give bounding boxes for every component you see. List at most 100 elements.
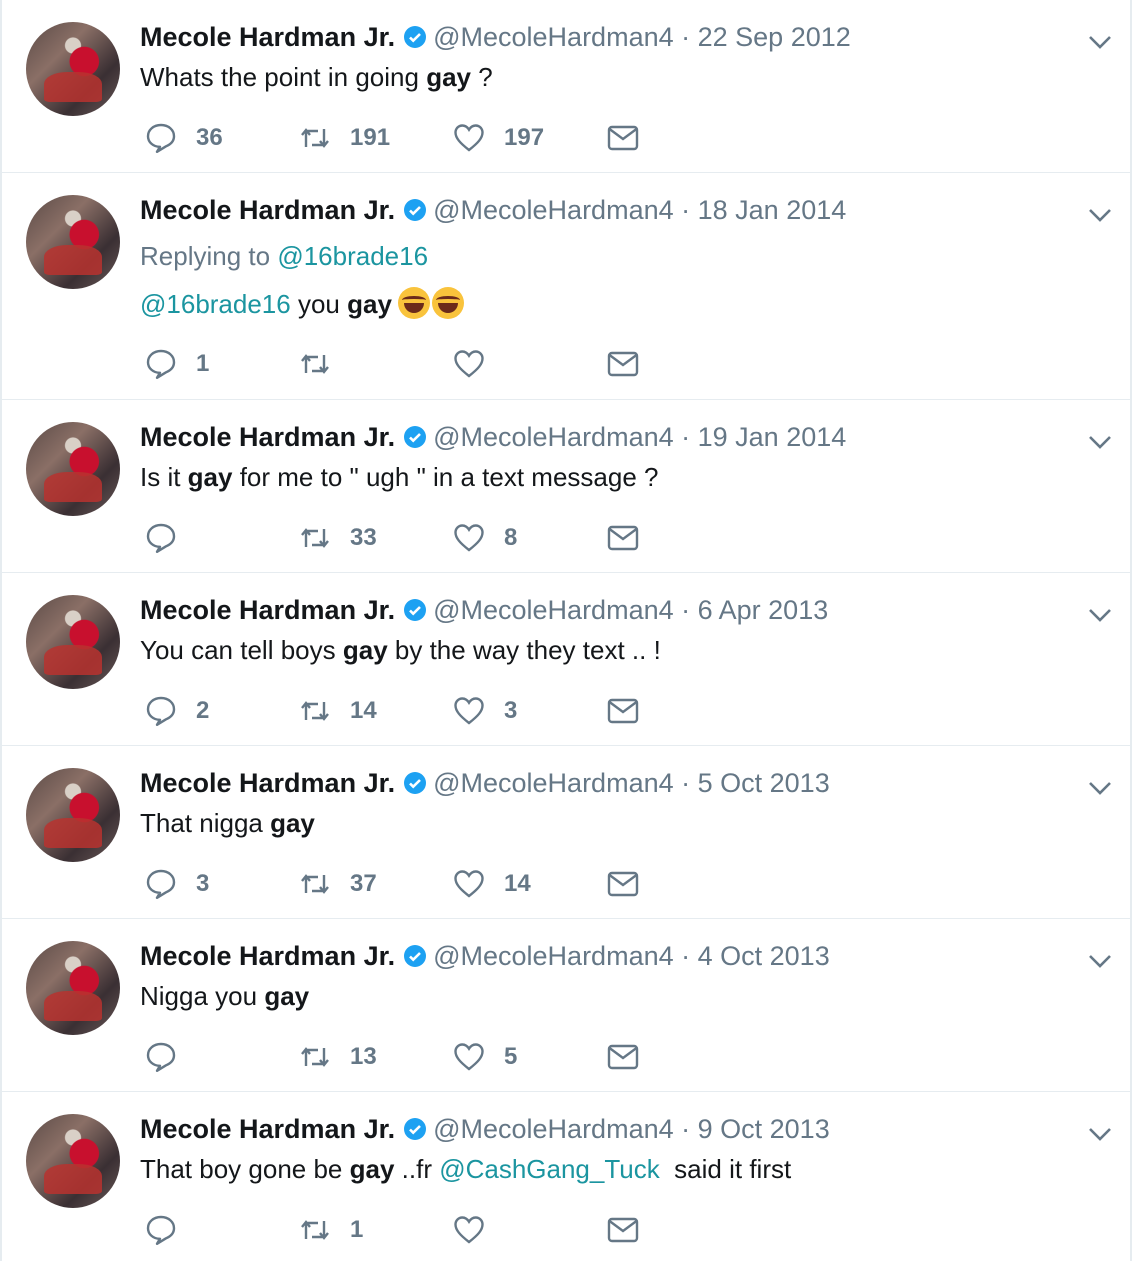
tweet-text: Nigga you gay — [140, 981, 309, 1012]
separator: · — [673, 941, 698, 971]
verified-badge-icon — [404, 426, 427, 448]
timestamp[interactable]: 6 Apr 2013 — [698, 595, 829, 625]
timestamp[interactable]: 5 Oct 2013 — [698, 768, 830, 798]
separator: · — [673, 195, 698, 225]
retweet-count: 191 — [350, 124, 391, 151]
handle[interactable]: @MecoleHardman4 — [433, 941, 674, 971]
display-name[interactable]: Mecole Hardman Jr. — [140, 1114, 395, 1144]
retweet-button[interactable]: 14 — [298, 691, 377, 731]
handle[interactable]: @MecoleHardman4 — [433, 595, 674, 625]
direct-message-button[interactable] — [606, 1037, 640, 1077]
direct-message-button[interactable] — [606, 691, 640, 731]
tweet[interactable]: Mecole Hardman Jr. @MecoleHardman4 · 19 J… — [2, 400, 1132, 573]
mention-link[interactable]: @CashGang_Tuck — [439, 1154, 660, 1184]
reply-button[interactable]: 36 — [144, 118, 223, 158]
avatar[interactable] — [26, 1114, 120, 1208]
display-name[interactable]: Mecole Hardman Jr. — [140, 595, 395, 625]
highlighted-term: gay — [264, 981, 310, 1011]
timestamp[interactable]: 4 Oct 2013 — [698, 941, 830, 971]
retweet-button[interactable] — [298, 344, 350, 384]
handle[interactable]: @MecoleHardman4 — [433, 768, 674, 798]
tweet[interactable]: Mecole Hardman Jr. @MecoleHardman4 · 18 J… — [2, 173, 1132, 400]
tweet[interactable]: Mecole Hardman Jr. @MecoleHardman4 · 22 S… — [2, 0, 1132, 173]
timestamp[interactable]: 18 Jan 2014 — [698, 195, 847, 225]
like-button[interactable] — [452, 1210, 504, 1250]
retweet-icon — [301, 874, 329, 894]
avatar[interactable] — [26, 422, 120, 516]
avatar[interactable] — [26, 595, 120, 689]
handle[interactable]: @MecoleHardman4 — [433, 422, 674, 452]
retweet-button[interactable]: 191 — [298, 118, 390, 158]
reply-button[interactable] — [144, 1037, 196, 1077]
avatar[interactable] — [26, 941, 120, 1035]
tweet[interactable]: Mecole Hardman Jr. @MecoleHardman4 · 9 Oc… — [2, 1092, 1132, 1261]
direct-message-button[interactable] — [606, 864, 640, 904]
tweet-text: That boy gone be gay ..fr @CashGang_Tuck… — [140, 1154, 791, 1185]
retweet-icon — [301, 1220, 329, 1240]
retweet-count: 14 — [350, 697, 377, 724]
like-button[interactable]: 3 — [452, 691, 517, 731]
timestamp[interactable]: 9 Oct 2013 — [698, 1114, 830, 1144]
like-button[interactable] — [452, 344, 504, 384]
like-icon — [454, 1043, 484, 1071]
tears-of-joy-emoji — [431, 287, 464, 319]
handle[interactable]: @MecoleHardman4 — [433, 1114, 674, 1144]
handle[interactable]: @MecoleHardman4 — [433, 22, 674, 52]
retweet-button[interactable]: 33 — [298, 518, 377, 558]
like-button[interactable]: 5 — [452, 1037, 517, 1077]
reply-button[interactable] — [144, 518, 196, 558]
direct-message-button[interactable] — [606, 518, 640, 558]
highlighted-term: gay — [187, 462, 233, 492]
mention-link[interactable]: @16brade16 — [277, 241, 428, 271]
like-button[interactable]: 8 — [452, 518, 517, 558]
reply-button[interactable]: 2 — [144, 691, 209, 731]
reply-button[interactable]: 3 — [144, 864, 209, 904]
display-name[interactable]: Mecole Hardman Jr. — [140, 422, 395, 452]
timestamp[interactable]: 22 Sep 2012 — [698, 22, 851, 52]
tweet-header: Mecole Hardman Jr. @MecoleHardman4 · 9 Oc… — [140, 1114, 830, 1145]
reply-icon — [146, 696, 176, 726]
chevron-down-icon[interactable] — [1086, 1124, 1114, 1144]
display-name[interactable]: Mecole Hardman Jr. — [140, 941, 395, 971]
retweet-icon — [301, 128, 329, 148]
chevron-down-icon[interactable] — [1086, 432, 1114, 452]
handle[interactable]: @MecoleHardman4 — [433, 195, 674, 225]
reply-button[interactable] — [144, 1210, 196, 1250]
reply-button[interactable]: 1 — [144, 344, 209, 384]
verified-badge-icon — [404, 199, 427, 221]
tweet[interactable]: Mecole Hardman Jr. @MecoleHardman4 · 5 Oc… — [2, 746, 1132, 919]
direct-message-button[interactable] — [606, 1210, 640, 1250]
like-button[interactable]: 197 — [452, 118, 544, 158]
chevron-down-icon[interactable] — [1086, 605, 1114, 625]
display-name[interactable]: Mecole Hardman Jr. — [140, 195, 395, 225]
chevron-down-icon[interactable] — [1086, 205, 1114, 225]
chevron-down-icon[interactable] — [1086, 951, 1114, 971]
mention-link[interactable]: @16brade16 — [140, 289, 291, 319]
like-icon — [454, 870, 484, 898]
tears-of-joy-emoji — [397, 287, 430, 319]
avatar[interactable] — [26, 195, 120, 289]
chevron-down-icon[interactable] — [1086, 32, 1114, 52]
display-name[interactable]: Mecole Hardman Jr. — [140, 768, 395, 798]
highlighted-term: gay — [270, 808, 315, 838]
tweet-text: That nigga gay — [140, 808, 315, 839]
avatar[interactable] — [26, 768, 120, 862]
like-count: 8 — [504, 524, 518, 551]
tweet[interactable]: Mecole Hardman Jr. @MecoleHardman4 · 4 Oc… — [2, 919, 1132, 1092]
chevron-down-icon[interactable] — [1086, 778, 1114, 798]
retweet-button[interactable]: 1 — [298, 1210, 363, 1250]
tweet-actions: 1 — [140, 344, 660, 384]
timestamp[interactable]: 19 Jan 2014 — [698, 422, 847, 452]
highlighted-term: gay — [342, 635, 388, 665]
direct-message-button[interactable] — [606, 118, 640, 158]
like-button[interactable]: 14 — [452, 864, 531, 904]
separator: · — [673, 768, 698, 798]
retweet-button[interactable]: 37 — [298, 864, 377, 904]
avatar[interactable] — [26, 22, 120, 116]
verified-badge-icon — [404, 26, 427, 48]
tweet[interactable]: Mecole Hardman Jr. @MecoleHardman4 · 6 Ap… — [2, 573, 1132, 746]
display-name[interactable]: Mecole Hardman Jr. — [140, 22, 395, 52]
direct-message-button[interactable] — [606, 344, 640, 384]
direct-message-icon — [607, 698, 639, 724]
retweet-button[interactable]: 13 — [298, 1037, 377, 1077]
